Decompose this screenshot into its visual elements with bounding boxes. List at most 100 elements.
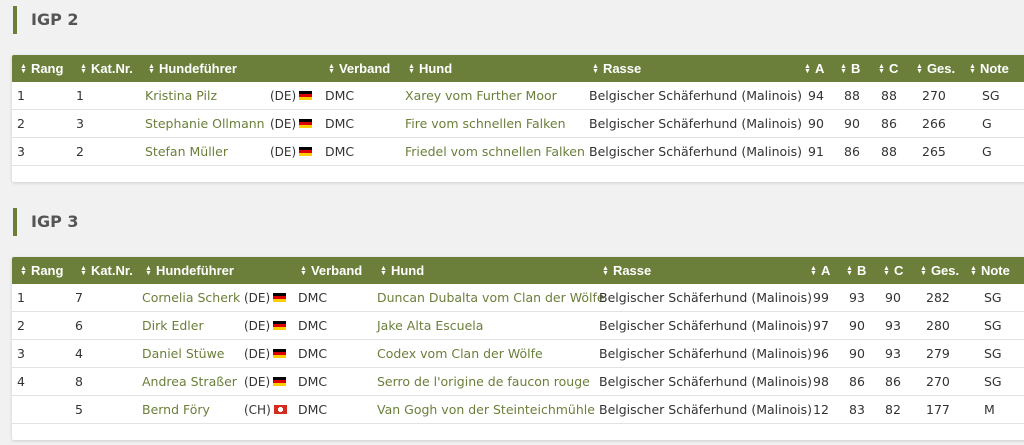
col-header-b[interactable]: ▲ ▼ B <box>846 257 866 284</box>
col-header-label: Hund <box>390 263 425 278</box>
ges-value: 266 <box>922 116 946 131</box>
col-header-label: Hundeführer <box>158 61 237 76</box>
cell-handler[interactable]: Stefan Müller <box>145 138 228 165</box>
a-value: 99 <box>813 290 829 305</box>
col-header-handler[interactable]: ▲ ▼ Hundeführer <box>145 257 234 284</box>
table-row: 1 7 Cornelia Scherk (DE) DMC Duncan Dubalta v… <box>12 284 1024 312</box>
col-header-ges[interactable]: ▲ ▼ Ges. <box>920 257 959 284</box>
col-header-c[interactable]: ▲ ▼ C <box>883 257 903 284</box>
hund-value[interactable]: Fire vom schnellen Falken <box>405 116 566 131</box>
col-header-ges[interactable]: ▲ ▼ Ges. <box>916 55 955 82</box>
col-header-verband[interactable]: ▲ ▼ Verband <box>300 257 362 284</box>
hund-value[interactable]: Duncan Dubalta vom Clan der Wölfe <box>377 290 605 305</box>
sort-down-icon: ▼ <box>80 269 87 277</box>
c-value: 88 <box>881 88 897 103</box>
handler-value[interactable]: Daniel Stüwe <box>142 346 225 361</box>
cell-katnr: 7 <box>75 284 83 311</box>
cell-hund[interactable]: Serro de l'origine de faucon rouge <box>377 368 590 395</box>
ges-value: 279 <box>926 346 950 361</box>
hund-value[interactable]: Friedel vom schnellen Falken <box>405 144 585 159</box>
cell-rasse: Belgischer Schäferhund (Malinois) <box>589 110 802 137</box>
handler-value[interactable]: Bernd Föry <box>142 402 210 417</box>
col-header-rang[interactable]: ▲ ▼ Rang <box>20 55 63 82</box>
handler-value[interactable]: Stefan Müller <box>145 144 228 159</box>
cell-handler[interactable]: Andrea Straßer <box>142 368 237 395</box>
col-header-label: Ges. <box>926 61 956 76</box>
results-table-igp2: ▲ ▼ Rang ▲ ▼ Kat.Nr. ▲ ▼ Hundeführer ▲ ▼ Verband ▲ ▼ H… <box>12 55 1024 182</box>
col-header-c[interactable]: ▲ ▼ C <box>878 55 898 82</box>
cell-hund[interactable]: Codex vom Clan der Wölfe <box>377 340 543 367</box>
col-header-note[interactable]: ▲ ▼ Note <box>969 55 1009 82</box>
cell-handler[interactable]: Daniel Stüwe <box>142 340 225 367</box>
hund-value[interactable]: Xarey vom Further Moor <box>405 88 557 103</box>
cell-hund[interactable]: Xarey vom Further Moor <box>405 82 557 109</box>
cell-hund[interactable]: Jake Alta Escuela <box>377 312 483 339</box>
col-header-label: Verband <box>338 61 391 76</box>
cell-hund[interactable]: Fire vom schnellen Falken <box>405 110 566 137</box>
col-header-a[interactable]: ▲ ▼ A <box>810 257 830 284</box>
hund-value[interactable]: Van Gogh von der Steinteichmühle <box>377 402 595 417</box>
note-value: SG <box>984 346 1002 361</box>
cell-verband: DMC <box>298 368 327 395</box>
col-header-rang[interactable]: ▲ ▼ Rang <box>20 257 63 284</box>
hund-value[interactable]: Codex vom Clan der Wölfe <box>377 346 543 361</box>
hund-value[interactable]: Serro de l'origine de faucon rouge <box>377 374 590 389</box>
sort-down-icon: ▼ <box>969 67 976 75</box>
cell-hund[interactable]: Duncan Dubalta vom Clan der Wölfe <box>377 284 605 311</box>
sort-icon: ▲ ▼ <box>916 63 923 75</box>
col-header-handler[interactable]: ▲ ▼ Hundeführer <box>148 55 237 82</box>
sort-icon: ▲ ▼ <box>883 265 890 277</box>
cell-ges: 282 <box>926 284 950 311</box>
c-value: 93 <box>885 318 901 333</box>
handler-value[interactable]: Cornelia Scherk <box>142 290 240 305</box>
sort-down-icon: ▼ <box>148 67 155 75</box>
col-header-a[interactable]: ▲ ▼ A <box>804 55 824 82</box>
cell-handler[interactable]: Stephanie Ollmann <box>145 110 265 137</box>
sort-down-icon: ▼ <box>846 269 853 277</box>
col-header-rasse[interactable]: ▲ ▼ Rasse <box>602 257 651 284</box>
verband-value: DMC <box>298 290 328 305</box>
sort-icon: ▲ ▼ <box>80 265 87 277</box>
hund-value[interactable]: Jake Alta Escuela <box>377 318 483 333</box>
katnr-value: 6 <box>75 318 83 333</box>
col-header-rasse[interactable]: ▲ ▼ Rasse <box>592 55 641 82</box>
note-value: SG <box>982 88 1000 103</box>
handler-value[interactable]: Kristina Pilz <box>145 88 217 103</box>
col-header-label: A <box>820 263 831 278</box>
cell-a: 94 <box>808 82 824 109</box>
col-header-label: A <box>814 61 825 76</box>
german-flag-icon <box>273 293 287 302</box>
col-header-hund[interactable]: ▲ ▼ Hund <box>380 257 424 284</box>
cell-b: 90 <box>849 340 865 367</box>
handler-value[interactable]: Dirk Edler <box>142 318 204 333</box>
cell-verband: DMC <box>325 110 354 137</box>
col-header-verband[interactable]: ▲ ▼ Verband <box>328 55 390 82</box>
cell-note: G <box>982 110 992 137</box>
col-header-katnr[interactable]: ▲ ▼ Kat.Nr. <box>80 257 133 284</box>
c-value: 82 <box>885 402 901 417</box>
col-header-label: Hundeführer <box>155 263 234 278</box>
cell-handler[interactable]: Bernd Föry <box>142 396 210 423</box>
sort-down-icon: ▼ <box>916 67 923 75</box>
col-header-hund[interactable]: ▲ ▼ Hund <box>408 55 452 82</box>
handler-value[interactable]: Andrea Straßer <box>142 374 237 389</box>
cell-rang: 3 <box>17 340 25 367</box>
col-header-note[interactable]: ▲ ▼ Note <box>970 257 1010 284</box>
cell-hund[interactable]: Friedel vom schnellen Falken <box>405 138 585 165</box>
ges-value: 282 <box>926 290 950 305</box>
col-header-b[interactable]: ▲ ▼ B <box>840 55 860 82</box>
cell-handler[interactable]: Dirk Edler <box>142 312 204 339</box>
a-value: 97 <box>813 318 829 333</box>
cell-katnr: 1 <box>76 82 84 109</box>
sort-down-icon: ▼ <box>592 67 599 75</box>
cell-hund[interactable]: Van Gogh von der Steinteichmühle <box>377 396 595 423</box>
col-header-katnr[interactable]: ▲ ▼ Kat.Nr. <box>80 55 133 82</box>
cell-c: 90 <box>885 284 901 311</box>
handler-value[interactable]: Stephanie Ollmann <box>145 116 265 131</box>
a-value: 12 <box>813 402 829 417</box>
country-value: (DE) <box>244 290 271 305</box>
cell-handler[interactable]: Kristina Pilz <box>145 82 217 109</box>
col-header-label: Rang <box>30 263 64 278</box>
cell-handler[interactable]: Cornelia Scherk <box>142 284 240 311</box>
verband-value: DMC <box>298 402 328 417</box>
